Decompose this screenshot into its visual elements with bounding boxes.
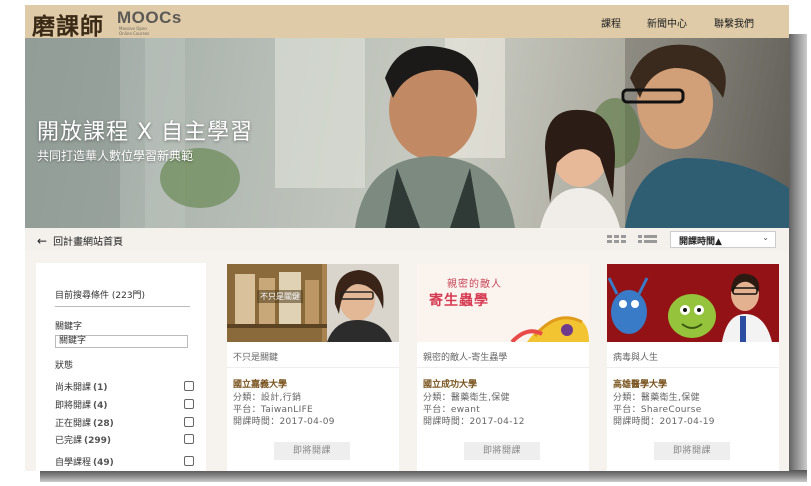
status-option-soon[interactable]: 即將開課 (4) [55,398,195,411]
list-view-icon[interactable] [638,235,658,244]
hero-banner: 開放課程 X 自主學習 共同打造華人數位學習新典範 [25,38,789,228]
status-option-label: 即將開課 [55,401,92,411]
course-thumbnail[interactable] [607,264,779,342]
nav-contact[interactable]: 聯繫我們 [714,15,754,30]
status-option-ongoing[interactable]: 正在開課 (28) [55,416,195,429]
course-school: 高雄醫學大學 [613,380,668,390]
status-option-finished[interactable]: 已完課 (299) [55,433,195,446]
page-frame: 磨課師 MOOCs Massive Open Online Courses 課程… [25,5,789,471]
status-option-count: (49) [93,458,114,468]
grid-view-icon[interactable] [607,235,627,244]
course-thumbnail[interactable]: 不只是關鍵 [227,264,399,342]
course-title[interactable]: 不只是關鍵 [233,350,278,363]
course-card[interactable]: 親密的敵人 寄生蟲學 親密的敵人-寄生蟲學 國立成功大學 分類：醫藥衛生,保健 … [417,264,589,471]
list-toolbar: ← 回計畫網站首頁 開課時間▲ ⌄ [25,228,789,250]
status-option-count: (1) [93,383,108,393]
back-link[interactable]: ← 回計畫網站首頁 [37,233,123,248]
course-status-button[interactable]: 即將開課 [654,442,730,460]
course-status-button[interactable]: 即將開課 [274,442,350,460]
frame-shadow-right [787,34,807,478]
status-option-count: (4) [93,401,108,411]
divider [417,367,589,368]
chevron-down-icon: ⌄ [762,233,769,242]
divider [607,367,779,368]
status-option-selfpaced[interactable]: 自學課程 (49) [55,455,195,468]
course-title[interactable]: 親密的敵人-寄生蟲學 [423,350,507,363]
logo-subtitle: Massive Open Online Courses [119,26,150,36]
status-checkbox[interactable] [184,456,194,466]
status-label: 狀態 [55,361,74,371]
filter-summary: 目前搜尋條件 (223門) [55,291,146,301]
logo-brand[interactable]: MOOCs [117,8,182,28]
course-thumbnail[interactable]: 親密的敵人 寄生蟲學 [417,264,589,342]
course-date: 開課時間：2017-04-09 [233,417,335,427]
status-checkbox[interactable] [184,399,194,409]
course-status-button[interactable]: 即將開課 [464,442,540,460]
course-school: 國立成功大學 [423,380,478,390]
status-option-label: 正在開課 [55,419,92,429]
back-link-label: 回計畫網站首頁 [53,237,124,248]
thumbnail-heading-small: 親密的敵人 [447,279,502,290]
arrow-left-icon: ← [37,234,48,248]
filter-panel: 目前搜尋條件 (223門) 關鍵字 關鍵字 狀態 尚未開課 (1) 即將開課 (4)… [36,263,206,471]
course-card[interactable]: 病毒與人生 高雄醫學大學 分類：醫藥衛生,保健 平台：ShareCourse 開… [607,264,779,471]
thumbnail-overlay-text: 不只是關鍵 [257,290,303,303]
status-option-label: 已完課 [55,436,83,446]
course-school: 國立嘉義大學 [233,380,288,390]
status-option-upcoming[interactable]: 尚未開課 (1) [55,380,195,393]
course-date: 開課時間：2017-04-12 [423,417,525,427]
course-date: 開課時間：2017-04-19 [613,417,715,427]
course-title[interactable]: 病毒與人生 [613,350,658,363]
logo-text[interactable]: 磨課師 [32,7,104,41]
status-option-count: (299) [84,436,112,446]
sort-select[interactable]: 開課時間▲ ⌄ [670,231,776,248]
status-option-count: (28) [93,419,114,429]
sort-select-value: 開課時間▲ [679,237,722,247]
nav-news[interactable]: 新聞中心 [647,15,687,30]
top-header: 磨課師 MOOCs Massive Open Online Courses 課程… [25,5,789,41]
course-image [607,264,779,342]
frame-shadow-bottom [40,470,807,482]
course-card[interactable]: 不只是關鍵 不只是關鍵 國立嘉義大學 分類：設計,行銷 平台：TaiwanLIF… [227,264,399,471]
keyword-label: 關鍵字 [55,322,83,332]
status-option-label: 自學課程 [55,458,92,468]
divider [227,367,399,368]
status-checkbox[interactable] [184,417,194,427]
nav-courses[interactable]: 課程 [601,15,621,30]
status-option-label: 尚未開課 [55,383,92,393]
keyword-input[interactable]: 關鍵字 [55,335,188,348]
status-checkbox[interactable] [184,381,194,391]
course-image [227,264,399,342]
hero-subtitle: 共同打造華人數位學習新典範 [37,149,194,163]
thumbnail-heading-large: 寄生蟲學 [429,293,489,309]
hero-title: 開放課程 X 自主學習 [37,120,254,145]
status-checkbox[interactable] [184,434,194,444]
divider [55,306,190,307]
